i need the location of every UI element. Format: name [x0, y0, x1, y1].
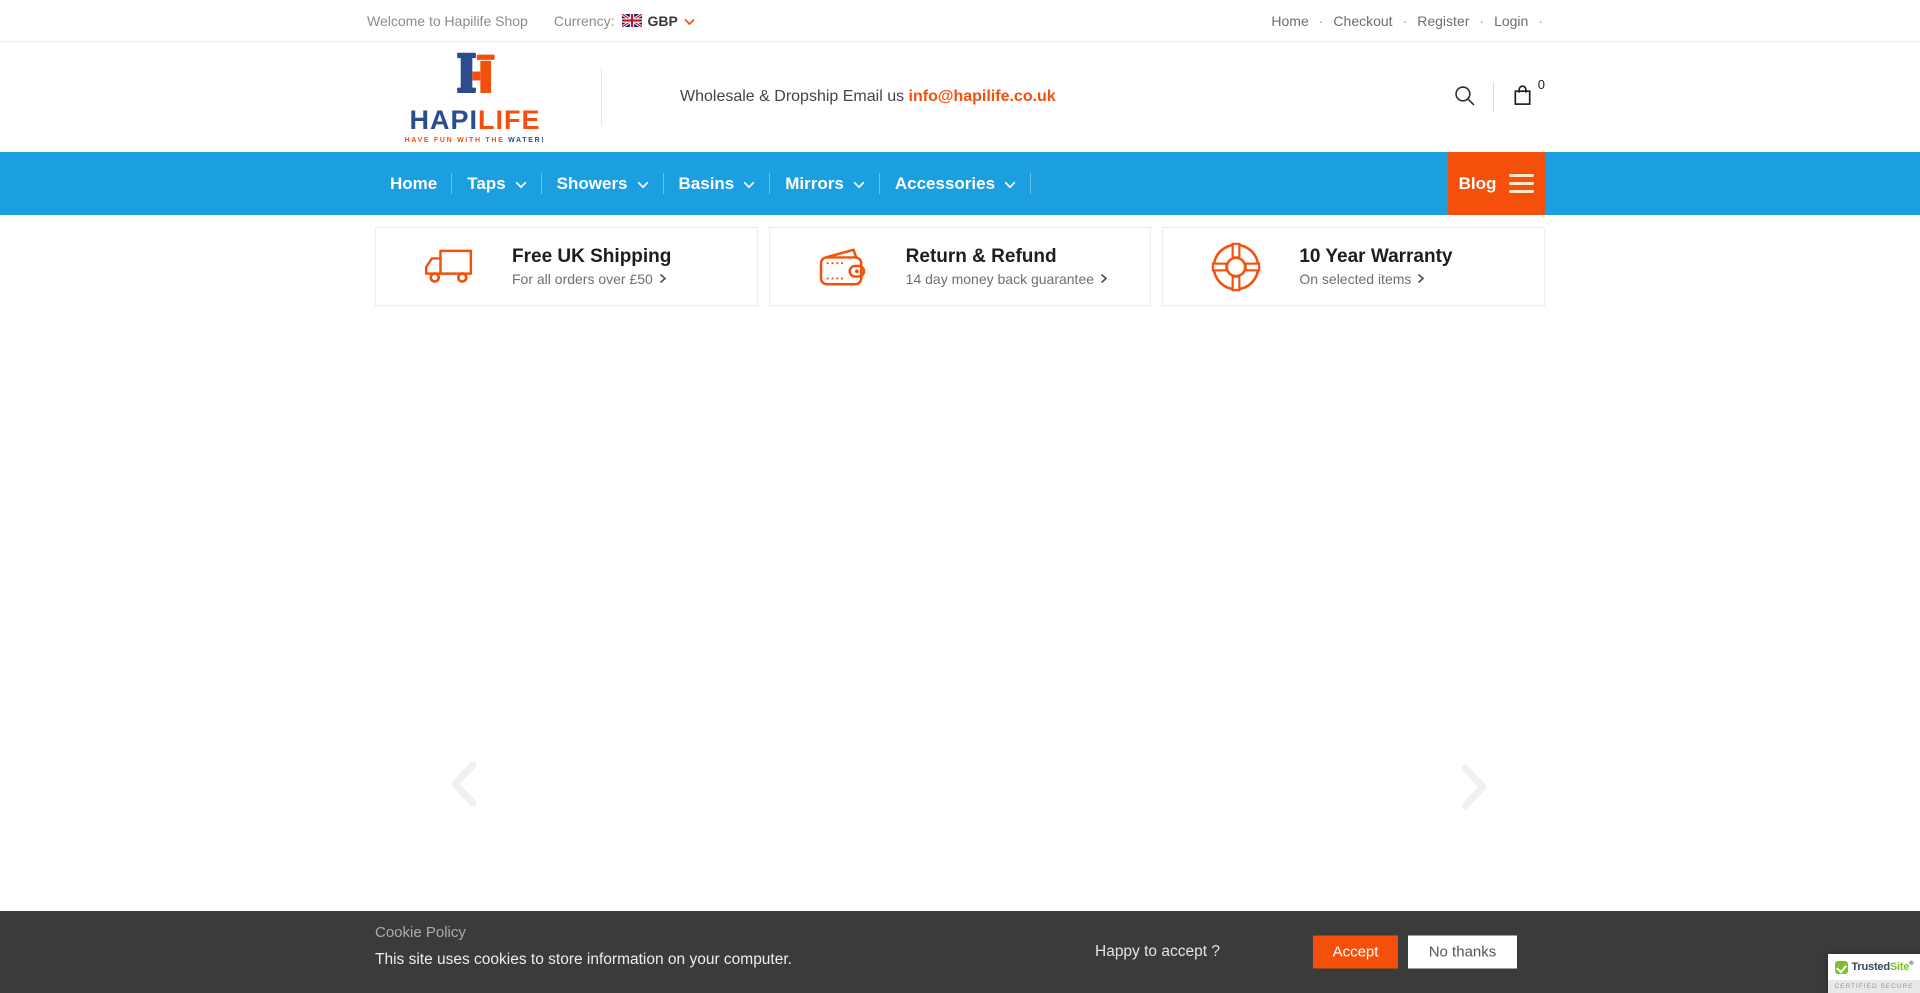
- nav-item: Taps: [452, 152, 541, 215]
- cart-button[interactable]: 0: [1511, 83, 1545, 111]
- trustedsite-badge[interactable]: TrustedSite® CERTIFIED SECURE: [1828, 954, 1920, 993]
- nav-link-label: Mirrors: [785, 174, 844, 194]
- uk-flag-icon: [622, 14, 642, 27]
- nav-link-label: Taps: [467, 174, 505, 194]
- hamburger-menu-icon: [1509, 174, 1534, 193]
- topbar-link-item: Register ·: [1417, 13, 1494, 29]
- header: HAPILIFE HAVE FUN WITH THE WATER! Wholes…: [0, 42, 1920, 152]
- hero-slider: [0, 306, 1920, 911]
- search-button[interactable]: [1453, 84, 1476, 110]
- shopping-bag-icon: [1511, 83, 1534, 111]
- nav-link-label: Basins: [679, 174, 735, 194]
- nav-item: Mirrors: [770, 152, 880, 215]
- topbar: Welcome to Hapilife Shop Currency: GBP: [0, 0, 1920, 42]
- feature-card[interactable]: 10 Year Warranty On selected items: [1162, 227, 1545, 306]
- feature-card[interactable]: Return & Refund 14 day money back guaran…: [769, 227, 1152, 306]
- nav-link[interactable]: Basins: [679, 174, 756, 194]
- contact-email-link[interactable]: info@hapilife.co.uk: [909, 88, 1056, 105]
- blog-button[interactable]: Blog: [1448, 152, 1545, 215]
- decline-cookies-button[interactable]: No thanks: [1408, 936, 1517, 969]
- feature-subtitle: On selected items: [1299, 271, 1452, 287]
- vertical-divider: [1493, 82, 1494, 112]
- cookie-prompt: Happy to accept ?: [1095, 943, 1220, 961]
- nav-link[interactable]: Taps: [467, 174, 526, 194]
- topbar-link[interactable]: Register: [1417, 13, 1469, 29]
- vertical-divider: [601, 68, 602, 126]
- cookie-policy-message: This site uses cookies to store informat…: [375, 951, 792, 969]
- topbar-link-item: Home ·: [1271, 13, 1333, 29]
- nav-link[interactable]: Mirrors: [785, 174, 865, 194]
- logo-pipe-icon: [450, 51, 500, 106]
- separator-dot: ·: [1319, 13, 1324, 29]
- topbar-links: Home · Checkout · Register · Login ·: [1271, 13, 1553, 29]
- topbar-link-item: Login ·: [1494, 13, 1553, 29]
- topbar-link[interactable]: Checkout: [1333, 13, 1392, 29]
- currency-selector[interactable]: Currency: GBP: [554, 13, 695, 29]
- welcome-text: Welcome to Hapilife Shop: [367, 13, 528, 29]
- currency-value: GBP: [648, 13, 678, 29]
- nav-item: Home: [375, 152, 452, 215]
- chevron-down-icon: [637, 174, 649, 194]
- feature-title: Free UK Shipping: [512, 246, 671, 268]
- separator-dot: ·: [1403, 13, 1408, 29]
- logo[interactable]: HAPILIFE HAVE FUN WITH THE WATER!: [403, 51, 547, 144]
- feature-text: 10 Year Warranty On selected items: [1299, 246, 1452, 288]
- currency-label: Currency:: [554, 13, 615, 29]
- feature-cards-row: Free UK Shipping For all orders over £50: [0, 227, 1920, 306]
- logo-tagline: HAVE FUN WITH THE WATER!: [405, 137, 546, 144]
- cookie-consent-bar: Cookie Policy This site uses cookies to …: [0, 911, 1920, 993]
- separator-dot: ·: [1538, 13, 1543, 29]
- truck-icon: [422, 248, 476, 286]
- nav-link-label: Showers: [557, 174, 628, 194]
- chevron-down-icon: [853, 174, 865, 194]
- feature-subtitle: 14 day money back guarantee: [906, 271, 1108, 287]
- contact-text: Wholesale & Dropship Email us: [680, 88, 909, 105]
- search-icon: [1453, 84, 1476, 110]
- accept-cookies-button[interactable]: Accept: [1313, 936, 1398, 969]
- chevron-down-icon: [1004, 174, 1016, 194]
- cookie-policy-title: Cookie Policy: [375, 924, 792, 941]
- cart-count-badge: 0: [1538, 77, 1545, 92]
- feature-card[interactable]: Free UK Shipping For all orders over £50: [375, 227, 758, 306]
- nav-item: Basins: [664, 152, 771, 215]
- nav-link-label: Home: [390, 174, 437, 194]
- chevron-right-icon: [659, 271, 667, 287]
- feature-title: 10 Year Warranty: [1299, 246, 1452, 268]
- trustedsite-brand: TrustedSite®: [1852, 961, 1914, 973]
- nav-link[interactable]: Accessories: [895, 174, 1016, 194]
- separator-dot: ·: [1479, 13, 1484, 29]
- chevron-down-icon: [684, 13, 695, 29]
- topbar-link[interactable]: Login: [1494, 13, 1528, 29]
- contact-line: Wholesale & Dropship Email us info@hapil…: [680, 88, 1056, 106]
- main-navbar: Home Taps Showers: [0, 152, 1920, 215]
- feature-text: Free UK Shipping For all orders over £50: [512, 246, 671, 288]
- nav-item: Accessories: [880, 152, 1031, 215]
- chevron-right-icon: [1100, 271, 1108, 287]
- feature-subtitle: For all orders over £50: [512, 271, 671, 287]
- topbar-link[interactable]: Home: [1271, 13, 1308, 29]
- feature-title: Return & Refund: [906, 246, 1108, 268]
- topbar-link-item: Checkout ·: [1333, 13, 1417, 29]
- nav-link-label: Accessories: [895, 174, 995, 194]
- blog-label: Blog: [1459, 174, 1497, 194]
- nav-link[interactable]: Showers: [557, 174, 649, 194]
- chevron-left-icon: [446, 798, 482, 813]
- trustedsite-caption: CERTIFIED SECURE: [1828, 980, 1920, 993]
- feature-text: Return & Refund 14 day money back guaran…: [906, 246, 1108, 288]
- nav-item: Showers: [542, 152, 664, 215]
- logo-wordmark: HAPILIFE: [409, 107, 540, 134]
- chevron-right-icon: [1417, 271, 1425, 287]
- nav-list: Home Taps Showers: [375, 152, 1031, 215]
- chevron-down-icon: [743, 174, 755, 194]
- chevron-down-icon: [515, 174, 527, 194]
- wallet-icon: [816, 245, 870, 289]
- check-icon: [1835, 961, 1848, 974]
- slider-next-button[interactable]: [1456, 761, 1492, 816]
- nav-link[interactable]: Home: [390, 174, 437, 194]
- slider-prev-button[interactable]: [446, 758, 482, 813]
- chevron-right-icon: [1456, 801, 1492, 816]
- lifebuoy-icon: [1209, 240, 1263, 294]
